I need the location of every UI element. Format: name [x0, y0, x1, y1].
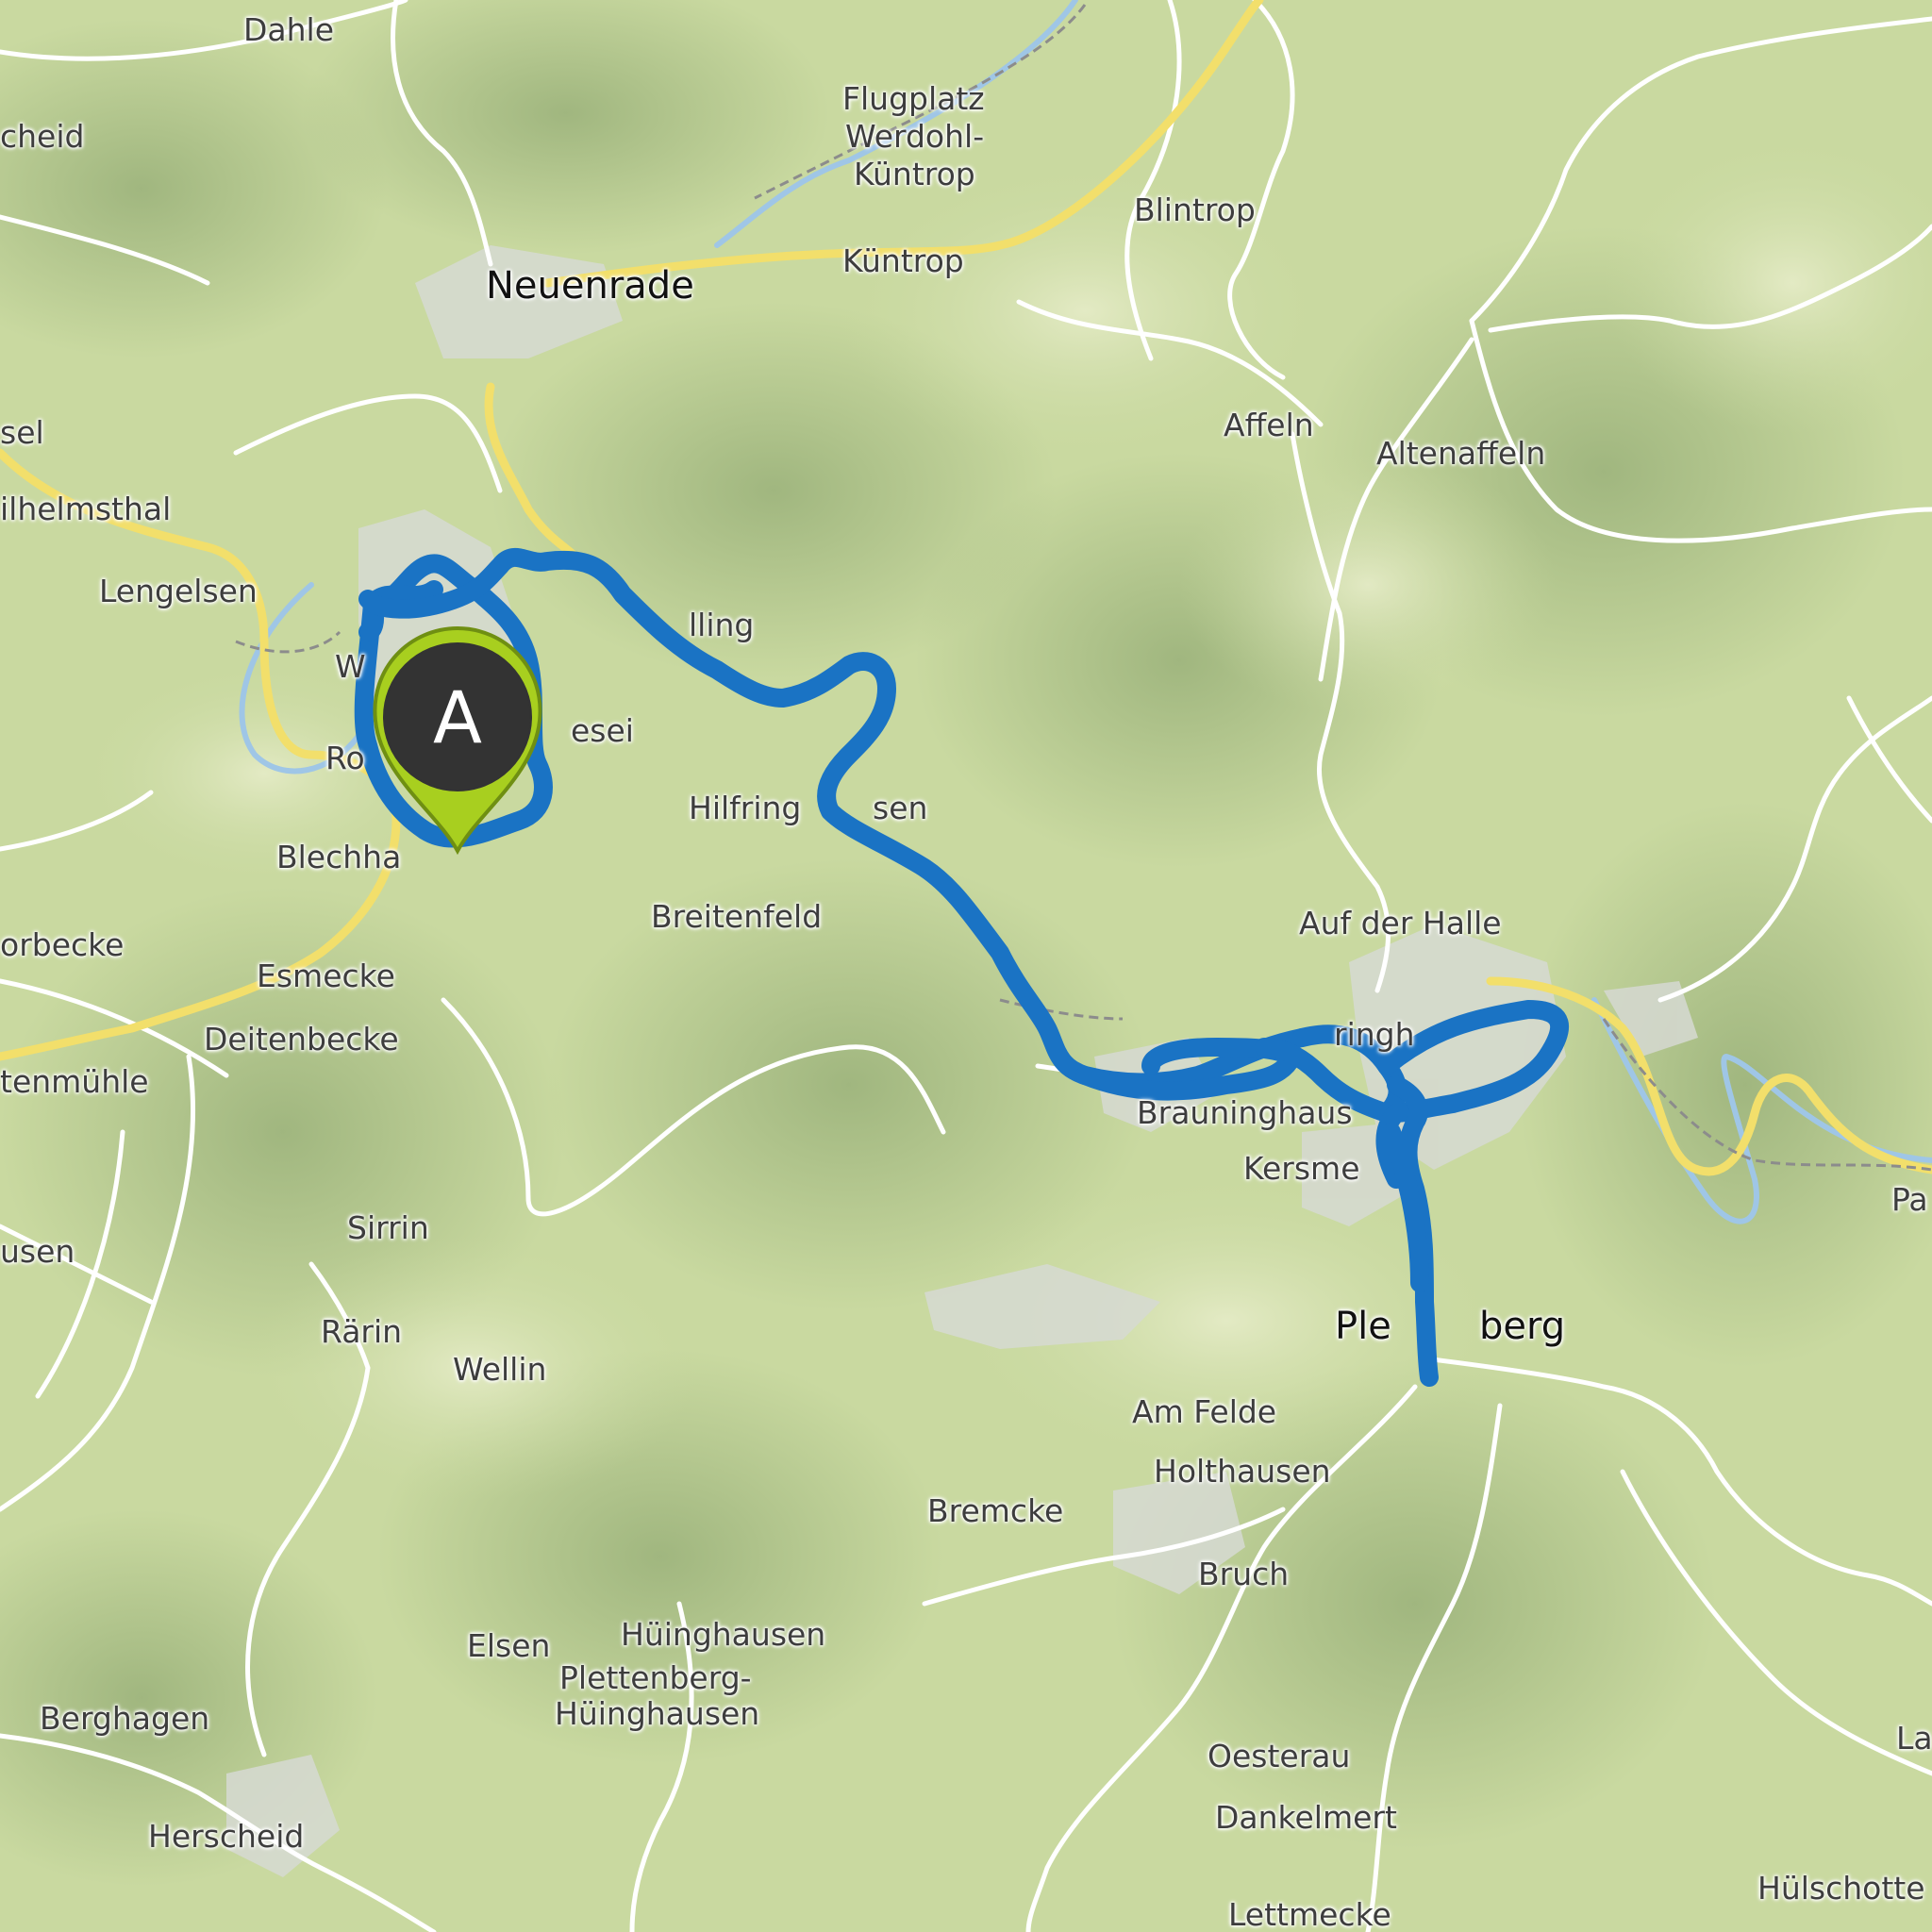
place-label[interactable]: Hilfring [689, 792, 801, 824]
place-label[interactable]: Lettmecke [1228, 1899, 1391, 1930]
place-label-town[interactable]: berg [1479, 1307, 1565, 1345]
place-label[interactable]: Küntrop [854, 158, 975, 190]
place-label[interactable]: Ro [325, 742, 365, 774]
place-label[interactable]: Auf der Halle [1299, 908, 1502, 939]
place-label[interactable]: Dahle [243, 14, 334, 45]
place-label[interactable]: Werdohl- [845, 121, 984, 152]
place-label[interactable]: Brauninghaus [1137, 1097, 1353, 1128]
place-label[interactable]: W [335, 651, 366, 682]
place-label[interactable]: Rärin [321, 1316, 402, 1347]
place-label[interactable]: ringh [1334, 1019, 1415, 1050]
place-label[interactable]: ilhelmsthal [0, 493, 171, 525]
place-label[interactable]: Elsen [467, 1630, 550, 1661]
place-label[interactable]: Hülschotte [1757, 1873, 1925, 1904]
place-label[interactable]: Esmecke [257, 960, 395, 991]
place-label[interactable]: Breitenfeld [651, 901, 822, 932]
map-view[interactable]: Dahle cheid Flugplatz Werdohl- Küntrop B… [0, 0, 1932, 1932]
place-label[interactable]: Bremcke [927, 1495, 1063, 1526]
place-label[interactable]: Lengelsen [99, 575, 258, 607]
place-label[interactable]: Flugplatz [842, 83, 985, 114]
place-label[interactable]: usen [0, 1236, 75, 1267]
place-label[interactable]: Deitenbecke [204, 1024, 399, 1055]
place-label[interactable]: Oesterau [1208, 1740, 1350, 1772]
place-label[interactable]: Sirrin [347, 1212, 429, 1243]
place-label[interactable]: sel [0, 417, 44, 448]
place-label[interactable]: Affeln [1224, 409, 1314, 441]
place-label[interactable]: Blintrop [1134, 194, 1256, 225]
place-label[interactable]: Plettenberg- [559, 1662, 752, 1693]
marker-label: A [433, 675, 482, 759]
place-label[interactable]: Pa [1891, 1184, 1928, 1215]
place-label-town[interactable]: Ple [1335, 1307, 1391, 1345]
place-label[interactable]: esei [571, 715, 634, 746]
place-label[interactable]: tenmühle [0, 1066, 149, 1097]
place-label[interactable]: orbecke [0, 929, 124, 960]
place-label[interactable]: cheid [0, 121, 84, 152]
place-label[interactable]: Kersme [1243, 1153, 1360, 1184]
place-label-town[interactable]: Neuenrade [486, 267, 694, 305]
place-label[interactable]: La [1896, 1723, 1932, 1754]
place-label[interactable]: Bruch [1198, 1558, 1289, 1590]
place-label[interactable]: Herscheid [148, 1821, 304, 1852]
place-label[interactable]: sen [873, 792, 927, 824]
place-label[interactable]: Hüinghausen [621, 1619, 825, 1650]
place-label[interactable]: Berghagen [40, 1703, 209, 1734]
start-marker-pin[interactable]: A [368, 623, 547, 858]
place-label[interactable]: Dankelmert [1215, 1802, 1397, 1833]
place-label[interactable]: Hüinghausen [555, 1698, 759, 1729]
place-label[interactable]: Altenaffeln [1376, 438, 1545, 469]
place-label[interactable]: Am Felde [1132, 1396, 1276, 1427]
place-label[interactable]: Holthausen [1154, 1456, 1331, 1487]
place-label[interactable]: Wellin [453, 1354, 546, 1385]
place-label[interactable]: lling [689, 609, 754, 641]
place-label[interactable]: Küntrop [842, 245, 964, 276]
